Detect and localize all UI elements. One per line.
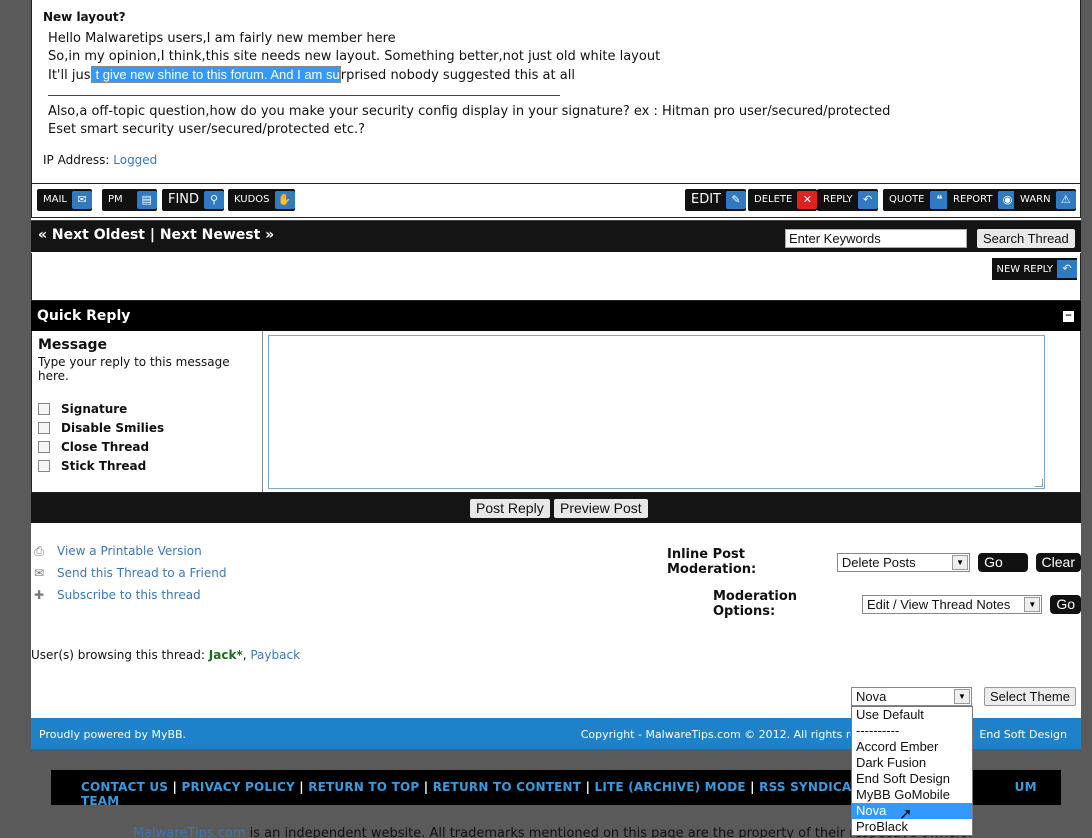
theme-option[interactable]: End Soft Design xyxy=(852,771,972,787)
resize-handle[interactable] xyxy=(1035,479,1043,487)
mail-button[interactable]: MAIL ✉ xyxy=(37,189,92,211)
post-line: Hello Malwaretips users,I am fairly new … xyxy=(48,31,396,46)
chevron-down-icon: ▼ xyxy=(954,689,970,704)
message-label: Message xyxy=(38,337,108,353)
theme-option[interactable]: Use Default xyxy=(852,707,972,723)
quick-reply-header: Quick Reply − xyxy=(31,301,1081,331)
ip-logged-link[interactable]: Logged xyxy=(113,153,157,167)
stick-thread-checkbox[interactable]: Stick Thread xyxy=(38,456,256,475)
theme-option[interactable]: MyBB GoMobile xyxy=(852,787,972,803)
edit-icon: ✎ xyxy=(726,191,746,209)
disclaimer: MalwareTips.com is an independent websit… xyxy=(133,826,972,838)
copyright: Copyright - MalwareTips.com © 2012. All … xyxy=(580,728,1067,741)
warning-icon: ⚠ xyxy=(1055,191,1076,209)
reply-icon: ↶ xyxy=(857,191,878,209)
inline-moderation-select[interactable]: Delete Posts ▼ xyxy=(836,552,971,572)
contact-us-link[interactable]: CONTACT US xyxy=(81,780,168,794)
find-button[interactable]: FIND ⚲ xyxy=(162,189,225,211)
return-to-content-link[interactable]: RETURN TO CONTENT xyxy=(433,780,581,794)
report-button[interactable]: REPORT ◉ xyxy=(947,189,1018,211)
post-line: It'll jus t give new shine to this forum.… xyxy=(48,66,575,83)
moderation-options: Moderation Options: Edit / View Thread N… xyxy=(713,589,1081,619)
go-count-button[interactable]: Go (0) xyxy=(978,552,1028,589)
signature-divider xyxy=(48,95,560,96)
quick-reply-options: Message Type your reply to this message … xyxy=(32,331,263,492)
mouse-cursor-icon: ➚ xyxy=(899,804,913,823)
ip-address: IP Address: Logged xyxy=(43,153,158,167)
moderation-options-select[interactable]: Edit / View Thread Notes ▼ xyxy=(862,594,1043,614)
post-title: New layout? xyxy=(43,10,126,24)
preview-post-button[interactable]: Preview Post xyxy=(554,499,648,518)
privacy-policy-link[interactable]: PRIVACY POLICY xyxy=(182,780,295,794)
send-to-friend-link[interactable]: ✉ Send this Thread to a Friend xyxy=(31,562,226,584)
collapse-icon[interactable]: − xyxy=(1063,311,1074,322)
mail-icon: ✉ xyxy=(33,566,45,580)
post-actions: MAIL ✉ PM ▤ FIND ⚲ KUDOS ✋ EDIT ✎ DELETE ✕ REP… xyxy=(32,183,1080,216)
inline-moderation: Inline Post Moderation: Delete Posts ▼ Go… xyxy=(667,547,1081,589)
post: New layout? Hello Malwaretips users,I am… xyxy=(31,0,1081,218)
message-hint: Type your reply to this message here. xyxy=(38,355,230,383)
theme-option[interactable]: Accord Ember xyxy=(852,739,972,755)
selected-text: t give new shine to this forum. And I am… xyxy=(90,66,341,83)
reply-button[interactable]: REPLY ↶ xyxy=(817,189,878,211)
quick-reply-body: Message Type your reply to this message … xyxy=(31,331,1081,493)
printable-version-link[interactable]: ⎙ View a Printable Version xyxy=(31,540,226,562)
page: New layout? Hello Malwaretips users,I am… xyxy=(31,0,1081,749)
search-thread-button[interactable]: Search Thread xyxy=(977,229,1075,248)
pm-button[interactable]: PM ▤ xyxy=(102,189,157,211)
new-reply-button[interactable]: NEW REPLY ↶ xyxy=(992,258,1077,280)
moderation-go-button[interactable]: Go xyxy=(1050,594,1081,614)
envelope-icon: ✉ xyxy=(72,191,92,209)
edit-button[interactable]: EDIT ✎ xyxy=(685,189,746,211)
kudos-button[interactable]: KUDOS ✋ xyxy=(228,189,295,211)
lite-mode-link[interactable]: LITE (ARCHIVE) MODE xyxy=(595,780,746,794)
signature-line: Eset smart security user/secured/protect… xyxy=(48,122,366,137)
thread-tools: ⎙ View a Printable Version ✉ Send this Thr… xyxy=(31,540,226,606)
user-link[interactable]: Jack* xyxy=(209,648,243,662)
reply-icon: ↶ xyxy=(1057,260,1077,278)
quick-reply-footer: Post Reply Preview Post xyxy=(31,493,1081,523)
browsing-users: User(s) browsing this thread: Jack*, Pay… xyxy=(31,648,301,662)
post-line: So,in my opinion,I think,this site needs… xyxy=(48,49,661,64)
printer-icon: ⎙ xyxy=(34,544,44,558)
chevron-down-icon: ▼ xyxy=(1024,596,1041,612)
delete-button[interactable]: DELETE ✕ xyxy=(748,189,818,211)
powered-by: Proudly powered by MyBB. xyxy=(39,728,187,741)
return-to-top-link[interactable]: RETURN TO TOP xyxy=(308,780,419,794)
subscribe-link[interactable]: ✚ Subscribe to this thread xyxy=(31,584,226,606)
message-textarea[interactable] xyxy=(268,335,1045,489)
theme-select[interactable]: Nova ▼ xyxy=(851,687,972,706)
keywords-input[interactable]: Enter Keywords xyxy=(785,229,967,248)
thread-navbar: « Next Oldest | Next Newest » Enter Keyw… xyxy=(31,220,1081,252)
quick-reply-title: Quick Reply xyxy=(37,308,131,324)
theme-option[interactable]: Dark Fusion xyxy=(852,755,972,771)
next-oldest-newest-links[interactable]: « Next Oldest | Next Newest » xyxy=(38,227,274,243)
book-icon: ▤ xyxy=(136,191,157,209)
signature-line: Also,a off-topic question,how do you mak… xyxy=(48,104,891,119)
post-reply-button[interactable]: Post Reply xyxy=(470,499,550,518)
search-icon: ⚲ xyxy=(204,191,225,209)
site-link[interactable]: MalwareTips.com xyxy=(133,826,246,838)
close-thread-checkbox[interactable]: Close Thread xyxy=(38,437,256,456)
signature-checkbox[interactable]: Signature xyxy=(38,399,256,418)
chevron-down-icon: ▼ xyxy=(952,554,969,570)
theme-option[interactable]: ---------- xyxy=(852,723,972,739)
post-body: Hello Malwaretips users,I am fairly new … xyxy=(48,30,890,139)
delete-icon: ✕ xyxy=(797,191,818,209)
subscribe-icon: ✚ xyxy=(33,588,45,602)
select-theme-button[interactable]: Select Theme xyxy=(984,687,1076,706)
clear-button[interactable]: Clear xyxy=(1035,552,1081,572)
quote-button[interactable]: QUOTE ❝ xyxy=(883,189,950,211)
user-link[interactable]: Payback xyxy=(250,648,300,662)
new-reply-area: NEW REPLY ↶ xyxy=(31,253,1081,301)
disable-smilies-checkbox[interactable]: Disable Smilies xyxy=(38,418,256,437)
warn-button[interactable]: WARN ⚠ xyxy=(1014,189,1076,211)
thumbs-up-icon: ✋ xyxy=(274,191,295,209)
